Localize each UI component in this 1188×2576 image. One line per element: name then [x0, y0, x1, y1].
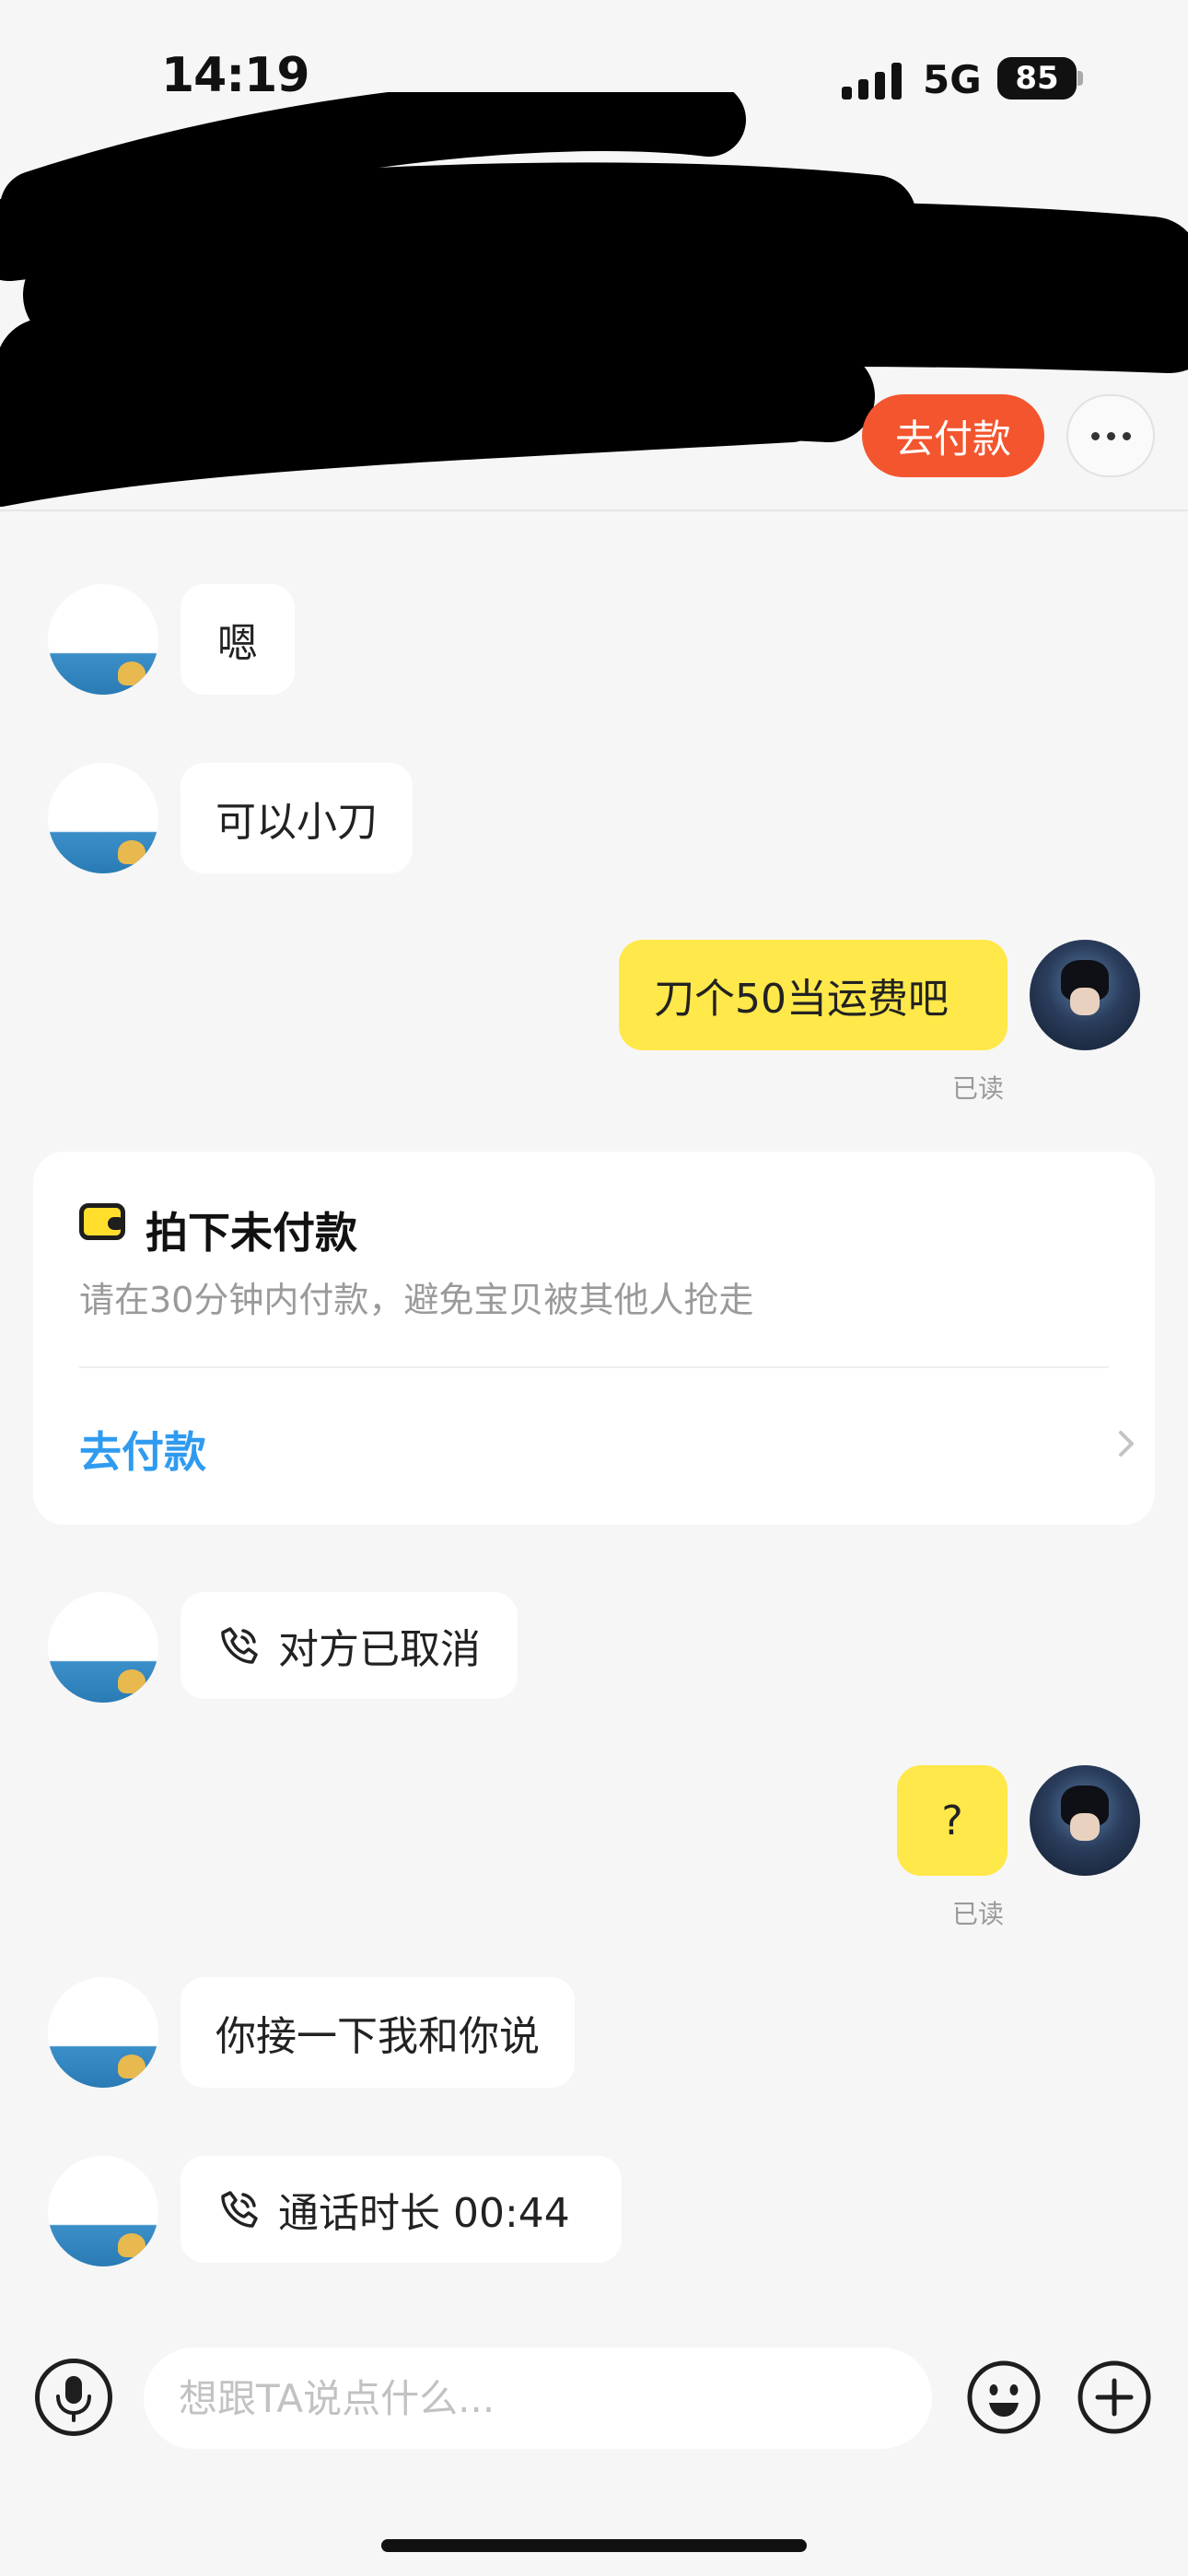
more-options-button[interactable]: [1066, 394, 1155, 477]
header-divider: [0, 509, 1188, 511]
message-text: 你接一下我和你说: [215, 2013, 540, 2060]
battery-cap: [1077, 71, 1083, 86]
avatar[interactable]: [48, 2156, 158, 2266]
emoji-icon[interactable]: [965, 2359, 1042, 2436]
message-input[interactable]: [144, 2348, 932, 2449]
call-bubble[interactable]: 通话时长 00:44: [181, 2156, 622, 2263]
plus-icon[interactable]: [1076, 2359, 1153, 2436]
read-status: 已读: [952, 1073, 1005, 1104]
order-card[interactable]: 拍下未付款 请在30分钟内付款，避免宝贝被其他人抢走 去付款: [33, 1152, 1155, 1525]
message-text: 刀个50当运费吧: [654, 976, 949, 1023]
pay-button[interactable]: 去付款: [862, 394, 1044, 477]
avatar-me[interactable]: [1030, 940, 1140, 1050]
message-bubble: 你接一下我和你说: [181, 1977, 575, 2088]
order-subtitle: 请在30分钟内付款，避免宝贝被其他人抢走: [79, 1280, 754, 1320]
chevron-right-icon: [1119, 1431, 1134, 1457]
phone-call-icon: [221, 2191, 258, 2228]
go-pay-link[interactable]: 去付款: [79, 1419, 206, 1480]
message-text: ?: [941, 1797, 963, 1844]
message-text: 可以小刀: [215, 799, 378, 846]
wallet-icon: [79, 1203, 125, 1240]
message-bubble: 可以小刀: [181, 763, 413, 873]
avatar[interactable]: [48, 584, 158, 695]
message-bubble-me: ?: [897, 1765, 1007, 1876]
message-bubble: 嗯: [181, 584, 295, 695]
home-indicator: [381, 2539, 807, 2552]
microphone-icon[interactable]: [35, 2359, 112, 2436]
order-title: 拍下未付款: [146, 1208, 357, 1258]
message-text: 嗯: [217, 620, 258, 667]
message-bubble-me: 刀个50当运费吧: [619, 940, 1007, 1050]
phone-call-icon: [221, 1627, 258, 1664]
avatar[interactable]: [48, 1592, 158, 1703]
call-duration-text: 通话时长 00:44: [278, 2190, 570, 2237]
avatar-me[interactable]: [1030, 1765, 1140, 1876]
divider: [79, 1366, 1109, 1368]
avatar[interactable]: [48, 763, 158, 873]
call-bubble[interactable]: 对方已取消: [181, 1592, 518, 1699]
read-status: 已读: [952, 1899, 1005, 1929]
call-status-text: 对方已取消: [278, 1626, 481, 1673]
avatar[interactable]: [48, 1977, 158, 2088]
